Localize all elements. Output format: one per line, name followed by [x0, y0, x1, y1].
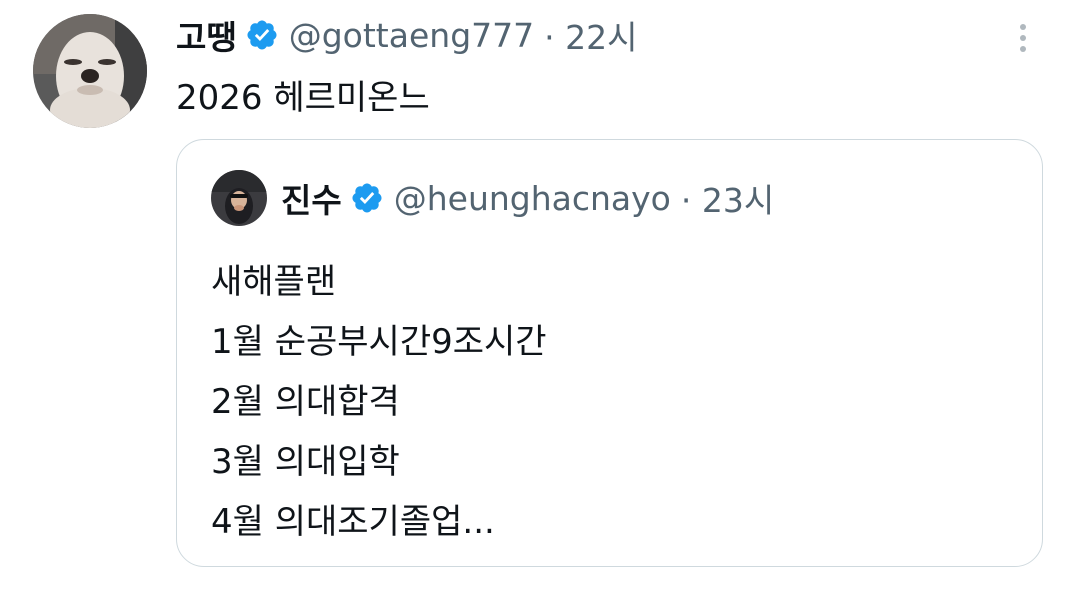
tweet-header: 고땡 @gottaeng777 · 22시	[176, 10, 637, 60]
author-name[interactable]: 고땡	[176, 11, 237, 59]
quoted-author-name[interactable]: 진수	[281, 174, 342, 222]
quoted-avatar[interactable]	[211, 170, 267, 226]
quoted-tweet-card[interactable]: 진수 @heunghacnayo · 23시 새해플랜 1월 순공부시간9조시간…	[176, 139, 1043, 567]
quoted-text-line: 새해플랜	[211, 262, 337, 302]
more-vertical-icon[interactable]	[1010, 20, 1036, 56]
avatar[interactable]	[33, 14, 147, 128]
verified-badge-icon	[350, 181, 384, 215]
verified-badge-icon	[245, 18, 279, 52]
quoted-text-line: 3월 의대입학	[211, 442, 400, 482]
quoted-tweet-text: 새해플랜 1월 순공부시간9조시간 2월 의대합격 3월 의대입학 4월 의대조…	[211, 252, 547, 552]
quoted-avatar-image	[211, 170, 267, 226]
quoted-text-line: 2월 의대합격	[211, 382, 400, 422]
author-handle[interactable]: @gottaeng777	[289, 16, 534, 55]
tweet-timestamp[interactable]: · 22시	[544, 11, 637, 59]
quoted-tweet-header: 진수 @heunghacnayo · 23시	[211, 170, 774, 226]
dog-avatar-image	[33, 14, 147, 128]
quoted-tweet-timestamp[interactable]: · 23시	[681, 174, 774, 222]
quoted-author-handle[interactable]: @heunghacnayo	[394, 179, 671, 218]
quoted-text-line: 1월 순공부시간9조시간	[211, 322, 547, 362]
tweet-text: 2026 헤르미온느	[176, 78, 430, 118]
quoted-text-line: 4월 의대조기졸업...	[211, 502, 495, 542]
